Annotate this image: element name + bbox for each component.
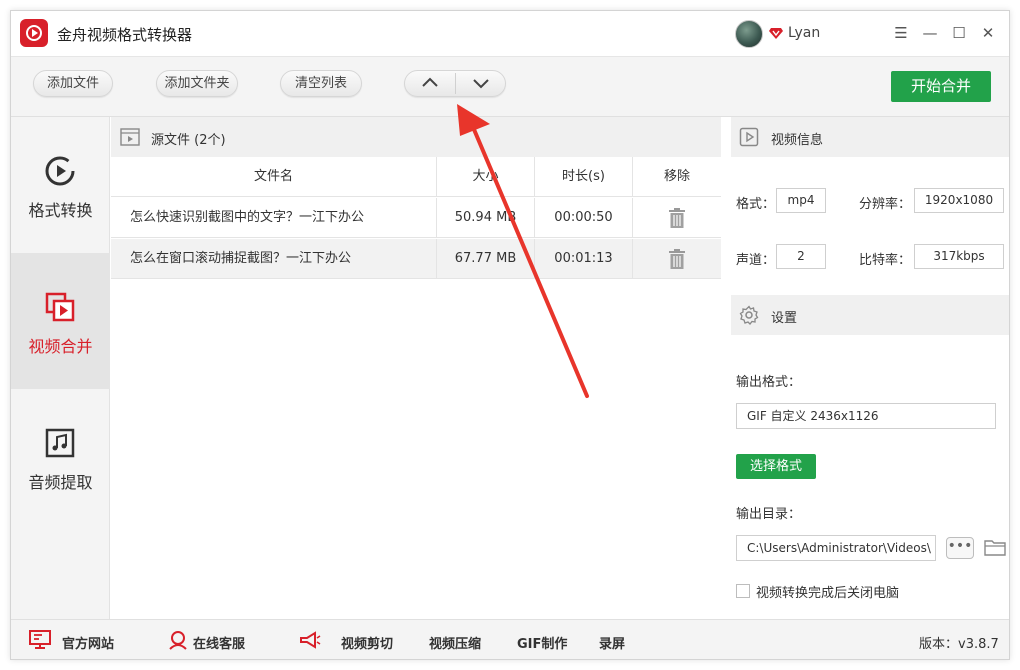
resolution-value: 1920x1080 [914,188,1004,213]
trash-icon[interactable] [668,208,686,228]
trash-icon[interactable] [668,249,686,269]
bitrate-label: 比特率： [859,253,912,268]
sidebar-item-label: 视频合并 [28,337,93,356]
format-label: 格式： [736,197,776,212]
settings-title: 设置 [771,311,798,326]
table-row[interactable]: 怎么在窗口滚动捕捉截图？一江下办公 67.77 MB 00:01:13 [111,239,721,279]
app-title: 金舟视频格式转换器 [57,26,193,44]
file-name-cell: 怎么在窗口滚动捕捉截图？一江下办公 [111,239,437,279]
megaphone-icon [300,631,321,649]
source-files-title: 源文件 (2个) [151,133,226,148]
file-name-cell: 怎么快速识别截图中的文字？一江下办公 [111,198,437,238]
column-header-remove: 移除 [663,169,690,184]
file-duration-cell: 00:00:50 [535,198,633,238]
file-duration-cell: 00:01:13 [535,239,633,279]
sidebar-item-label: 格式转换 [28,201,93,220]
settings-header: 设置 [731,295,1009,335]
sidebar-item-format-convert[interactable]: 格式转换 [11,117,110,253]
table-row[interactable]: 怎么快速识别截图中的文字？一江下办公 50.94 MB 00:00:50 [111,198,721,238]
gear-icon [739,305,759,325]
column-header-name[interactable]: 文件名 [111,157,437,197]
file-list-panel: 源文件 (2个) 文件名 大小 时长(s) 移除 怎么快速识别截图中的文字？一江… [111,117,721,619]
user-avatar[interactable] [735,20,763,48]
title-bar: 金舟视频格式转换器 Lyan ☰ — ☐ ✕ [11,11,1009,57]
output-format-field[interactable]: GIF 自定义 2436x1126 [736,403,996,429]
shutdown-checkbox-label[interactable]: 视频转换完成后关闭电脑 [756,582,899,601]
file-size-cell: 67.77 MB [437,239,535,279]
app-logo-icon [20,19,48,47]
choose-format-button[interactable]: 选择格式 [736,454,816,479]
video-cut-link[interactable]: 视频剪切 [341,633,393,652]
menu-icon[interactable]: ☰ [890,22,912,44]
folder-icon[interactable] [984,537,1006,557]
vip-diamond-icon [769,28,783,39]
source-files-header: 源文件 (2个) [111,117,721,157]
sidebar-item-audio-extract[interactable]: 音频提取 [11,389,110,525]
play-circle-icon [45,156,75,186]
add-folder-button[interactable]: 添加文件夹 [156,70,238,97]
monitor-icon [29,630,51,649]
reorder-button-group [404,70,506,97]
sidebar-item-label: 音频提取 [28,473,93,492]
column-header-size[interactable]: 大小 [437,157,535,197]
video-file-icon [120,128,140,146]
bottom-bar: 官方网站 在线客服 视频剪切 视频压缩 GIF制作 录屏 版本：v3.8.7 [11,619,1009,659]
bitrate-value: 317kbps [914,244,1004,269]
output-dir-label: 输出目录： [736,507,802,522]
official-website-link[interactable]: 官方网站 [62,633,114,652]
video-info-icon [739,127,759,147]
move-down-button[interactable] [456,71,506,96]
online-support-link[interactable]: 在线客服 [193,633,245,652]
move-up-button[interactable] [405,71,455,96]
user-name[interactable]: Lyan [788,25,820,41]
remove-cell [633,198,721,238]
file-size-cell: 50.94 MB [437,198,535,238]
table-header-row: 文件名 大小 时长(s) 移除 [111,157,721,197]
video-info-title: 视频信息 [771,133,824,148]
app-window: 金舟视频格式转换器 Lyan ☰ — ☐ ✕ 添加文件 添加文件夹 清空列表 开… [10,10,1010,660]
video-info-header: 视频信息 [731,117,1009,157]
video-compress-link[interactable]: 视频压缩 [429,633,481,652]
clear-list-button[interactable]: 清空列表 [280,70,362,97]
toolbar: 添加文件 添加文件夹 清空列表 开始合并 [11,57,1009,117]
version-label: 版本：v3.8.7 [919,637,999,652]
channel-value: 2 [776,244,826,269]
sidebar: 格式转换 视频合并 音频提取 [11,117,110,619]
gif-make-link[interactable]: GIF制作 [517,633,567,652]
customer-service-icon [169,631,187,650]
add-file-button[interactable]: 添加文件 [33,70,113,97]
sidebar-item-video-merge[interactable]: 视频合并 [11,253,110,389]
resolution-label: 分辨率： [859,197,912,212]
music-note-icon [45,428,75,458]
channel-label: 声道： [736,253,776,268]
merge-icon [45,292,75,322]
maximize-button[interactable]: ☐ [948,22,970,44]
start-merge-button[interactable]: 开始合并 [891,71,991,102]
minimize-button[interactable]: — [919,22,941,44]
output-dir-field[interactable]: C:\Users\Administrator\Videos\ [736,535,936,561]
chevron-up-icon [422,77,438,87]
format-value: mp4 [776,188,826,213]
more-options-button[interactable]: ••• [946,537,974,559]
remove-cell [633,239,721,279]
output-format-label: 输出格式： [736,375,802,390]
close-button[interactable]: ✕ [977,22,999,44]
shutdown-checkbox[interactable] [736,584,750,598]
right-panel: 视频信息 格式： mp4 分辨率： 1920x1080 声道： 2 比特率： 3… [731,117,1009,619]
screen-record-link[interactable]: 录屏 [599,633,625,652]
column-header-duration[interactable]: 时长(s) [535,157,633,197]
chevron-down-icon [473,79,489,89]
